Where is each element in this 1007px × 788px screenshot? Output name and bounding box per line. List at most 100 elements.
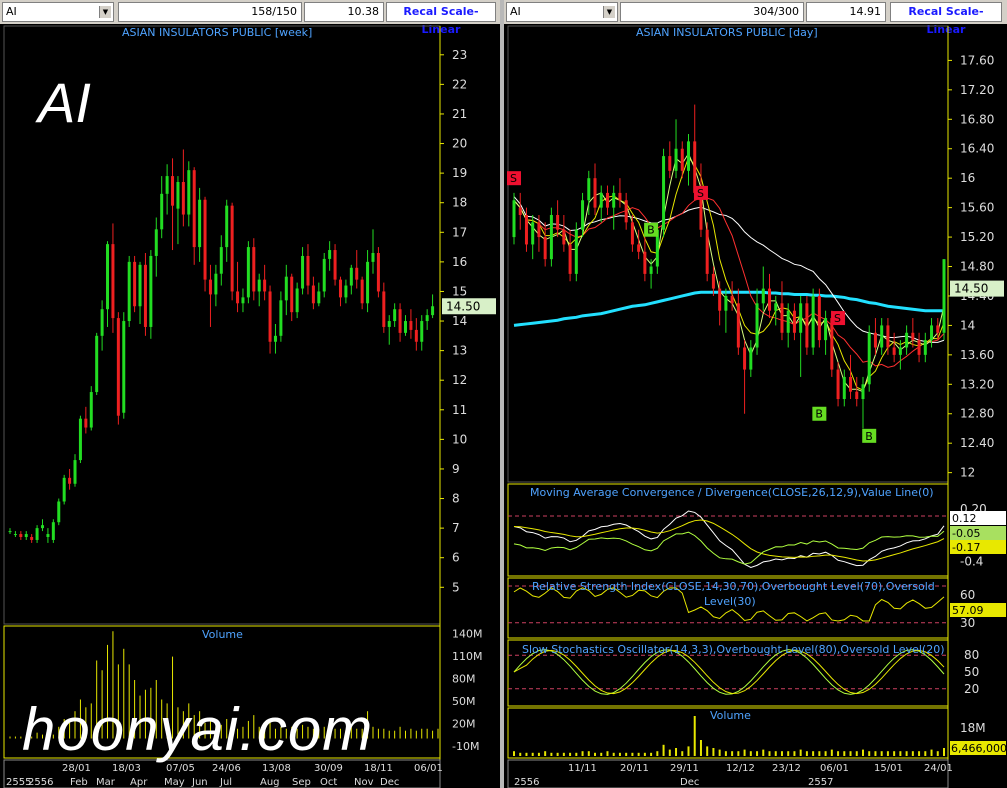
- weekly-chart-canvas: 5 6 7 8 9 10 11 12 13 14 15 16 17 18 19 20 21 22 23 14.50 14…: [3, 25, 496, 788]
- candle: [165, 176, 169, 194]
- month-label: Sep: [292, 777, 311, 788]
- y-tick-label: 15.20: [960, 230, 994, 244]
- y-tick-label: 22: [452, 77, 467, 91]
- candle: [574, 229, 578, 274]
- month-label: Feb: [70, 777, 88, 788]
- candle: [68, 477, 72, 484]
- price-panel-frame: [507, 25, 949, 483]
- candle: [89, 392, 93, 428]
- candle: [686, 141, 690, 171]
- y-tick-label: 17.20: [960, 83, 994, 97]
- candle: [219, 247, 223, 274]
- y-tick-label: 14: [452, 314, 467, 328]
- candle: [867, 332, 871, 385]
- month-label: Aug: [260, 777, 280, 788]
- candle: [95, 335, 99, 393]
- y-tick-label: 19: [452, 166, 467, 180]
- candle: [537, 222, 541, 238]
- candle: [176, 182, 180, 209]
- macd-tick-label: -0.4: [960, 554, 983, 568]
- candle: [662, 156, 666, 230]
- candle: [241, 297, 245, 304]
- candle: [317, 291, 321, 304]
- macd-title: Moving Average Convergence / Divergence(…: [530, 486, 934, 499]
- candle: [208, 279, 212, 295]
- daily-chart-pane: AI ▼ 304/300 14.91 Recal Scale-Linear AS…: [504, 0, 1007, 788]
- stoch-k-line: [513, 649, 945, 695]
- candle: [711, 273, 715, 289]
- candle: [122, 321, 126, 413]
- volume-tick-label: 140M: [452, 628, 483, 641]
- signal-label: B: [865, 430, 873, 443]
- y-tick-label: 16: [452, 255, 467, 269]
- candle: [630, 222, 634, 245]
- month-label: 2557: [808, 777, 833, 788]
- candle: [786, 310, 790, 333]
- candle: [587, 178, 591, 201]
- date-label: 11/11: [568, 763, 597, 774]
- date-label: 20/11: [620, 763, 649, 774]
- candle: [824, 318, 828, 341]
- y-tick-label: 20: [452, 137, 467, 151]
- date-label: 23/12: [772, 763, 801, 774]
- daily-chart-canvas: 1212.4012.8013.2013.601414.4014.8015.201…: [507, 25, 1007, 788]
- y-tick-label: 21: [452, 107, 467, 121]
- candle: [892, 347, 896, 355]
- ma-slow-line: [513, 290, 944, 327]
- candle: [133, 261, 137, 307]
- candle: [524, 214, 528, 245]
- month-label: Dec: [680, 777, 699, 788]
- candle: [100, 309, 104, 336]
- candle: [284, 276, 288, 301]
- candle: [360, 279, 364, 304]
- y-tick-label: 14: [960, 318, 975, 332]
- y-tick-label: 17.60: [960, 53, 994, 67]
- candle: [306, 255, 310, 286]
- month-label: Dec: [380, 777, 399, 788]
- volume-tick-label: -10M: [452, 740, 479, 753]
- y-tick-label: 13.20: [960, 377, 994, 391]
- candle: [338, 279, 342, 298]
- candle: [214, 273, 218, 295]
- y-tick-label: 12.40: [960, 436, 994, 450]
- candle: [942, 259, 946, 333]
- candle: [236, 291, 240, 304]
- y-tick-label: 14.80: [960, 260, 994, 274]
- candle: [273, 335, 277, 342]
- candle: [263, 279, 267, 292]
- date-label: 29/11: [670, 763, 699, 774]
- stoch-title: Slow Stochastics Oscillator(14,3,3),Over…: [522, 643, 945, 656]
- candle: [84, 418, 88, 428]
- candle: [549, 214, 553, 260]
- volume-title: Volume: [202, 628, 243, 641]
- candle: [637, 244, 641, 252]
- candle: [774, 303, 778, 311]
- rsi-tick-label: 30: [960, 616, 975, 630]
- candle: [736, 303, 740, 348]
- date-label: 15/01: [874, 763, 903, 774]
- date-label: 13/08: [262, 763, 291, 774]
- candle: [936, 325, 940, 333]
- candle: [62, 477, 66, 502]
- date-label: 18/03: [112, 763, 141, 774]
- candle: [301, 255, 305, 289]
- signal-label: S: [510, 172, 517, 185]
- candle: [41, 525, 45, 529]
- price-panel-frame: [3, 25, 441, 625]
- candle: [13, 534, 17, 536]
- candle: [192, 170, 196, 248]
- date-label: 24/01: [924, 763, 953, 774]
- candle: [599, 192, 603, 208]
- candle: [612, 192, 616, 208]
- candle: [836, 369, 840, 400]
- candle: [246, 247, 250, 298]
- candle: [268, 291, 272, 342]
- candle: [393, 309, 397, 322]
- candle: [805, 303, 809, 348]
- date-label: 07/05: [166, 763, 195, 774]
- candle: [581, 200, 585, 230]
- candle: [230, 205, 234, 292]
- ma-yellow-line: [513, 156, 945, 391]
- candle: [73, 460, 77, 484]
- volume-tick-label: 110M: [452, 650, 483, 663]
